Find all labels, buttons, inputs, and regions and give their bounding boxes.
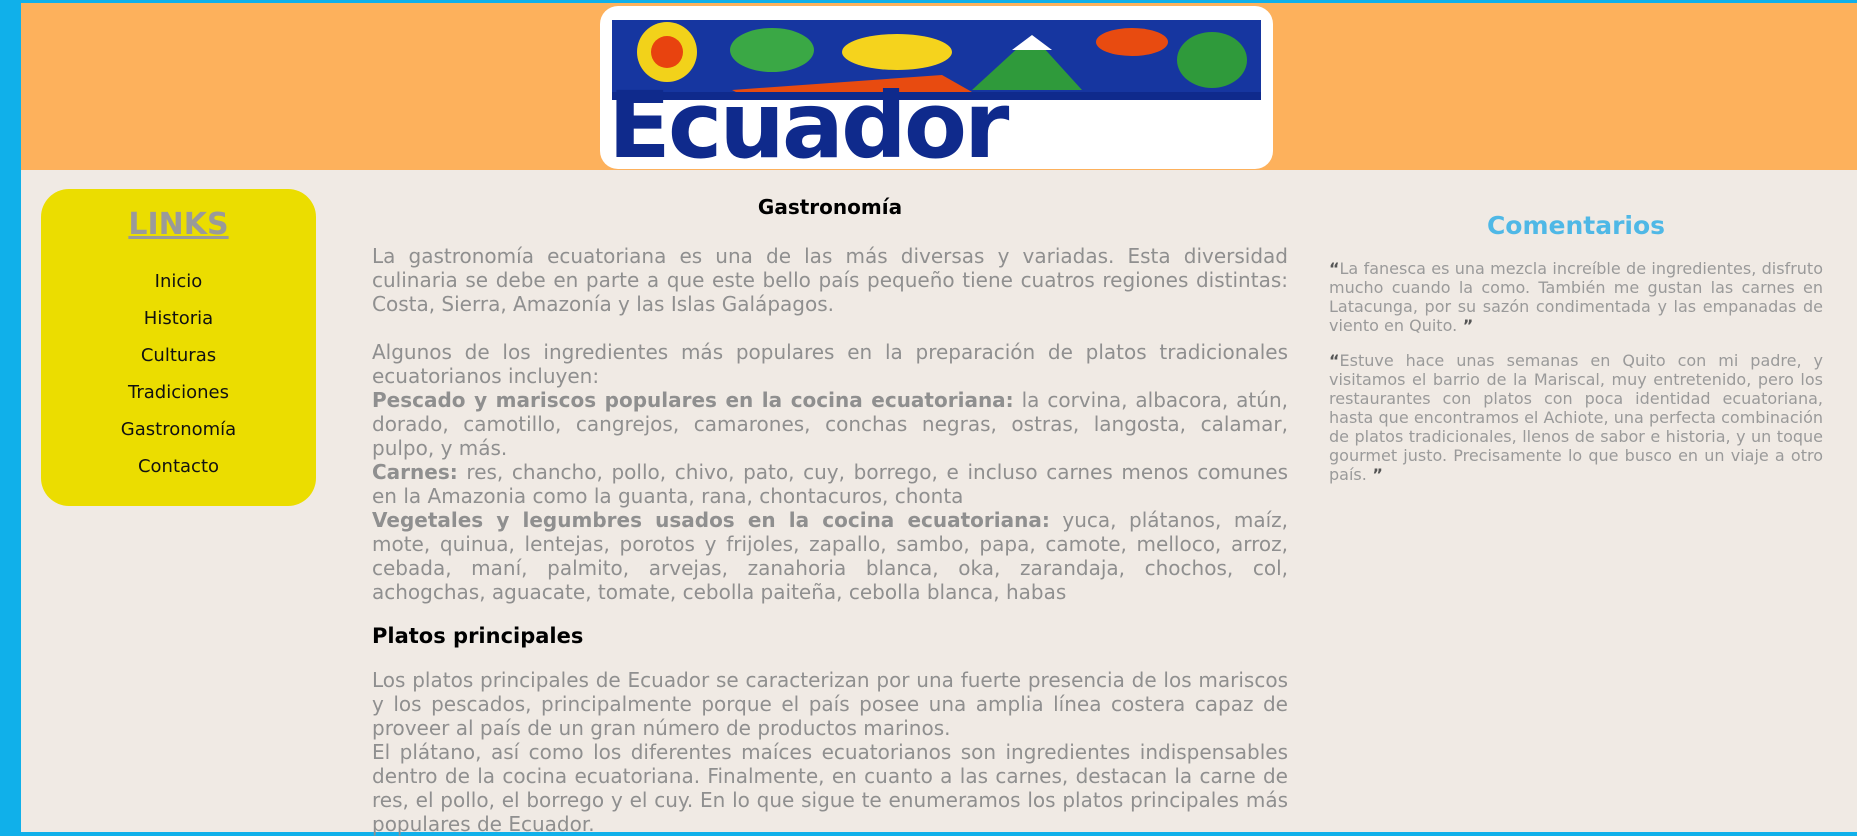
ecuador-logo[interactable]: Ecuador: [600, 6, 1273, 169]
section-heading: Platos principales: [372, 624, 584, 648]
comments-title: Comentarios: [1486, 211, 1666, 240]
comment-text: Estuve hace unas semanas en Quito con mi…: [1329, 351, 1823, 484]
nav-item-contacto[interactable]: Contacto: [41, 456, 316, 493]
seafood-label: Pescado y mariscos populares en la cocin…: [372, 388, 1014, 412]
meat-paragraph: Carnes: res, chancho, pollo, chivo, pato…: [372, 460, 1288, 508]
comment-item: “La fanesca es una mezcla increíble de i…: [1329, 259, 1823, 335]
meat-text: res, chancho, pollo, chivo, pato, cuy, b…: [372, 460, 1288, 508]
header: Ecuador: [21, 0, 1857, 170]
open-quote: “: [1329, 259, 1340, 278]
close-quote: ”: [1457, 316, 1474, 335]
nav-item-culturas[interactable]: Culturas: [41, 345, 316, 382]
seafood-paragraph: Pescado y mariscos populares en la cocin…: [372, 388, 1288, 460]
comment-text: La fanesca es una mezcla increíble de in…: [1329, 259, 1823, 335]
vegetables-label: Vegetales y legumbres usados en la cocin…: [372, 508, 1050, 532]
page: Ecuador LINKS Inicio Historia Culturas T…: [21, 0, 1857, 836]
nav-item-tradiciones[interactable]: Tradiciones: [41, 382, 316, 419]
links-sidebar: LINKS Inicio Historia Culturas Tradicion…: [41, 189, 316, 506]
intro-paragraph: La gastronomía ecuatoriana es una de las…: [372, 244, 1288, 316]
ingredients-intro: Algunos de los ingredientes más populare…: [372, 340, 1288, 388]
logo-wordmark: Ecuador: [608, 88, 1009, 164]
nav-item-gastronomia[interactable]: Gastronomía: [41, 419, 316, 456]
nav-item-historia[interactable]: Historia: [41, 308, 316, 345]
nav-item-inicio[interactable]: Inicio: [41, 271, 316, 308]
meat-label: Carnes:: [372, 460, 458, 484]
main-dishes-paragraph: Los platos principales de Ecuador se car…: [372, 668, 1288, 740]
comment-item: “Estuve hace unas semanas en Quito con m…: [1329, 351, 1823, 484]
links-title[interactable]: LINKS: [41, 207, 316, 242]
main-content: Gastronomía La gastronomía ecuatoriana e…: [372, 195, 1288, 836]
open-quote: “: [1329, 351, 1340, 370]
close-quote: ”: [1366, 465, 1383, 484]
page-title: Gastronomía: [757, 195, 903, 219]
vegetables-paragraph: Vegetales y legumbres usados en la cocin…: [372, 508, 1288, 604]
comments-panel: Comentarios “La fanesca es una mezcla in…: [1329, 211, 1823, 500]
main-dishes-paragraph-2: El plátano, así como los diferentes maíc…: [372, 740, 1288, 836]
nav-menu: Inicio Historia Culturas Tradiciones Gas…: [41, 271, 316, 493]
